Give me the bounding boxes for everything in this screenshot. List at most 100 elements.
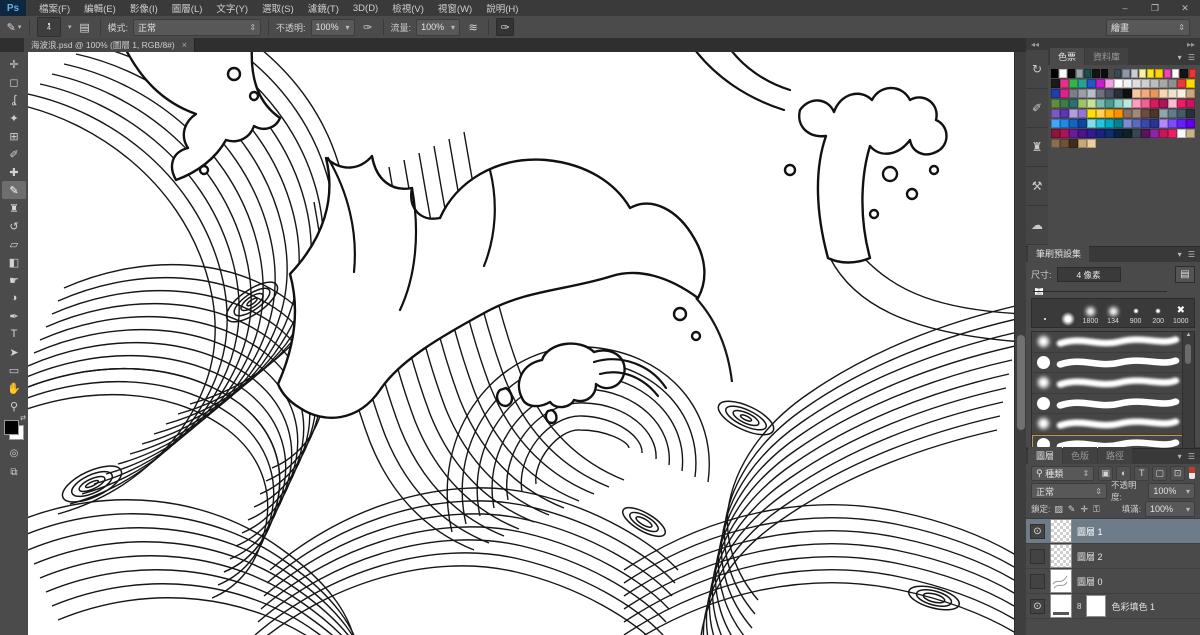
layer-opacity-select[interactable]: 100%▾ xyxy=(1148,483,1195,499)
brush-preset-row[interactable] xyxy=(1032,332,1194,353)
rectangular-marquee-tool[interactable]: ◻ xyxy=(2,73,26,91)
swatch[interactable] xyxy=(1114,129,1123,138)
layer-thumbnail[interactable] xyxy=(1050,544,1072,568)
swatch[interactable] xyxy=(1177,79,1186,88)
swatch[interactable] xyxy=(1141,109,1150,118)
expand-dock-icon[interactable]: ▸▸ xyxy=(1187,40,1195,49)
history-brush-tool[interactable]: ↺ xyxy=(2,217,26,235)
brush-preset-row[interactable] xyxy=(1032,353,1194,374)
swatch[interactable] xyxy=(1087,139,1096,148)
swatch[interactable] xyxy=(1159,99,1168,108)
toggle-brush-panel-icon[interactable]: ▤ xyxy=(1175,266,1195,283)
history-panel-icon[interactable]: ↻ xyxy=(1026,50,1048,89)
brush-tip-200[interactable]: 200 xyxy=(1147,304,1170,326)
swatch[interactable] xyxy=(1068,69,1075,78)
swatch[interactable] xyxy=(1186,109,1195,118)
swatch[interactable] xyxy=(1186,119,1195,128)
swatch[interactable] xyxy=(1132,109,1141,118)
swatch[interactable] xyxy=(1060,109,1069,118)
brush-size-slider[interactable] xyxy=(1033,286,1193,296)
visibility-eye-icon[interactable]: ⊙ xyxy=(1030,599,1045,614)
swatch[interactable] xyxy=(1087,119,1096,128)
shape-tool[interactable]: ▭ xyxy=(2,361,26,379)
visibility-empty-box[interactable] xyxy=(1030,574,1045,589)
menu-item-0[interactable]: 檔案(F) xyxy=(32,1,77,15)
swatch[interactable] xyxy=(1168,119,1177,128)
layer-mask-thumbnail[interactable] xyxy=(1086,595,1106,617)
swatch[interactable] xyxy=(1177,89,1186,98)
path-selection-tool[interactable]: ➤ xyxy=(2,343,26,361)
swatch[interactable] xyxy=(1087,89,1096,98)
swatch[interactable] xyxy=(1139,69,1146,78)
workspace-select[interactable]: 繪畫⇕ xyxy=(1106,19,1190,36)
tab-layers[interactable]: 圖層 xyxy=(1028,447,1062,464)
pressure-opacity-icon[interactable]: ✑ xyxy=(360,19,376,35)
menu-item-2[interactable]: 影像(I) xyxy=(123,1,165,15)
hand-tool[interactable]: ✋ xyxy=(2,379,26,397)
brush-tip-900[interactable]: 900 xyxy=(1124,304,1147,326)
brush-tip-tiny-dot[interactable] xyxy=(1034,312,1057,326)
layer-row[interactable]: 圖層 0 xyxy=(1026,569,1200,594)
swatch[interactable] xyxy=(1177,129,1186,138)
swatch[interactable] xyxy=(1096,119,1105,128)
swatch[interactable] xyxy=(1141,89,1150,98)
brush-tip-1000[interactable]: ✖1000 xyxy=(1169,304,1192,326)
shape-layer-filter-icon[interactable]: ▢ xyxy=(1152,466,1167,481)
swatch[interactable] xyxy=(1150,89,1159,98)
swatch[interactable] xyxy=(1051,129,1060,138)
menu-item-3[interactable]: 圖層(L) xyxy=(165,1,210,15)
lock-transparent-icon[interactable]: ▨ xyxy=(1054,504,1063,515)
swatch[interactable] xyxy=(1123,109,1132,118)
swatch[interactable] xyxy=(1060,129,1069,138)
type-tool[interactable]: T xyxy=(2,325,26,343)
swatch[interactable] xyxy=(1132,79,1141,88)
layer-filter-toggle[interactable] xyxy=(1189,467,1195,479)
airbrush-icon[interactable]: ≋ xyxy=(465,19,481,35)
layer-filter-select[interactable]: ⚲ 種類⇕ xyxy=(1031,466,1094,481)
swatch[interactable] xyxy=(1105,119,1114,128)
screen-mode-icon[interactable]: ⧉ xyxy=(2,465,26,480)
brush-tip-134[interactable]: 134 xyxy=(1102,304,1125,326)
pressure-size-icon[interactable]: ✑ xyxy=(496,18,514,36)
swatch[interactable] xyxy=(1087,129,1096,138)
collapse-dock-icon[interactable]: ◂◂ xyxy=(1031,40,1039,49)
swatch[interactable] xyxy=(1096,79,1105,88)
swatch[interactable] xyxy=(1096,99,1105,108)
swatch[interactable] xyxy=(1132,89,1141,98)
brush-preset-row[interactable] xyxy=(1032,373,1194,394)
swatch[interactable] xyxy=(1051,89,1060,98)
swatch[interactable] xyxy=(1141,119,1150,128)
swatch[interactable] xyxy=(1069,89,1078,98)
swatch[interactable] xyxy=(1051,69,1058,78)
swatch[interactable] xyxy=(1159,109,1168,118)
swatch[interactable] xyxy=(1132,119,1141,128)
tab-paths[interactable]: 路徑 xyxy=(1098,447,1132,464)
lasso-tool[interactable]: ʆ xyxy=(2,91,26,109)
menu-item-1[interactable]: 編輯(E) xyxy=(77,1,123,15)
swatch[interactable] xyxy=(1069,139,1078,148)
swatch[interactable] xyxy=(1069,99,1078,108)
swatch[interactable] xyxy=(1186,99,1195,108)
blend-mode-select[interactable]: 正常⇕ xyxy=(133,19,261,36)
toggle-brush-panel-icon[interactable]: ▤ xyxy=(77,19,93,35)
brush-tip-picker[interactable]: 4 xyxy=(37,17,61,37)
swatch[interactable] xyxy=(1123,79,1132,88)
swatch[interactable] xyxy=(1123,99,1132,108)
swatch[interactable] xyxy=(1060,139,1069,148)
foreground-color[interactable] xyxy=(4,420,19,435)
canvas[interactable] xyxy=(28,52,1014,635)
swatch[interactable] xyxy=(1078,109,1087,118)
layer-blend-mode-select[interactable]: 正常⇕ xyxy=(1031,483,1107,499)
clone-source-panel-icon[interactable]: ♜ xyxy=(1026,128,1048,167)
swatch[interactable] xyxy=(1141,79,1150,88)
brush-preset-row[interactable] xyxy=(1032,414,1194,435)
swatch[interactable] xyxy=(1078,79,1087,88)
swatch[interactable] xyxy=(1150,99,1159,108)
visibility-empty-box[interactable] xyxy=(1030,549,1045,564)
swatch[interactable] xyxy=(1150,119,1159,128)
tab-brush-presets[interactable]: 筆刷預設集 xyxy=(1028,245,1089,262)
panel-menu-icon[interactable]: ▾ ☰ xyxy=(1178,250,1197,259)
swatch[interactable] xyxy=(1114,119,1123,128)
swatch[interactable] xyxy=(1078,129,1087,138)
swatch[interactable] xyxy=(1177,99,1186,108)
